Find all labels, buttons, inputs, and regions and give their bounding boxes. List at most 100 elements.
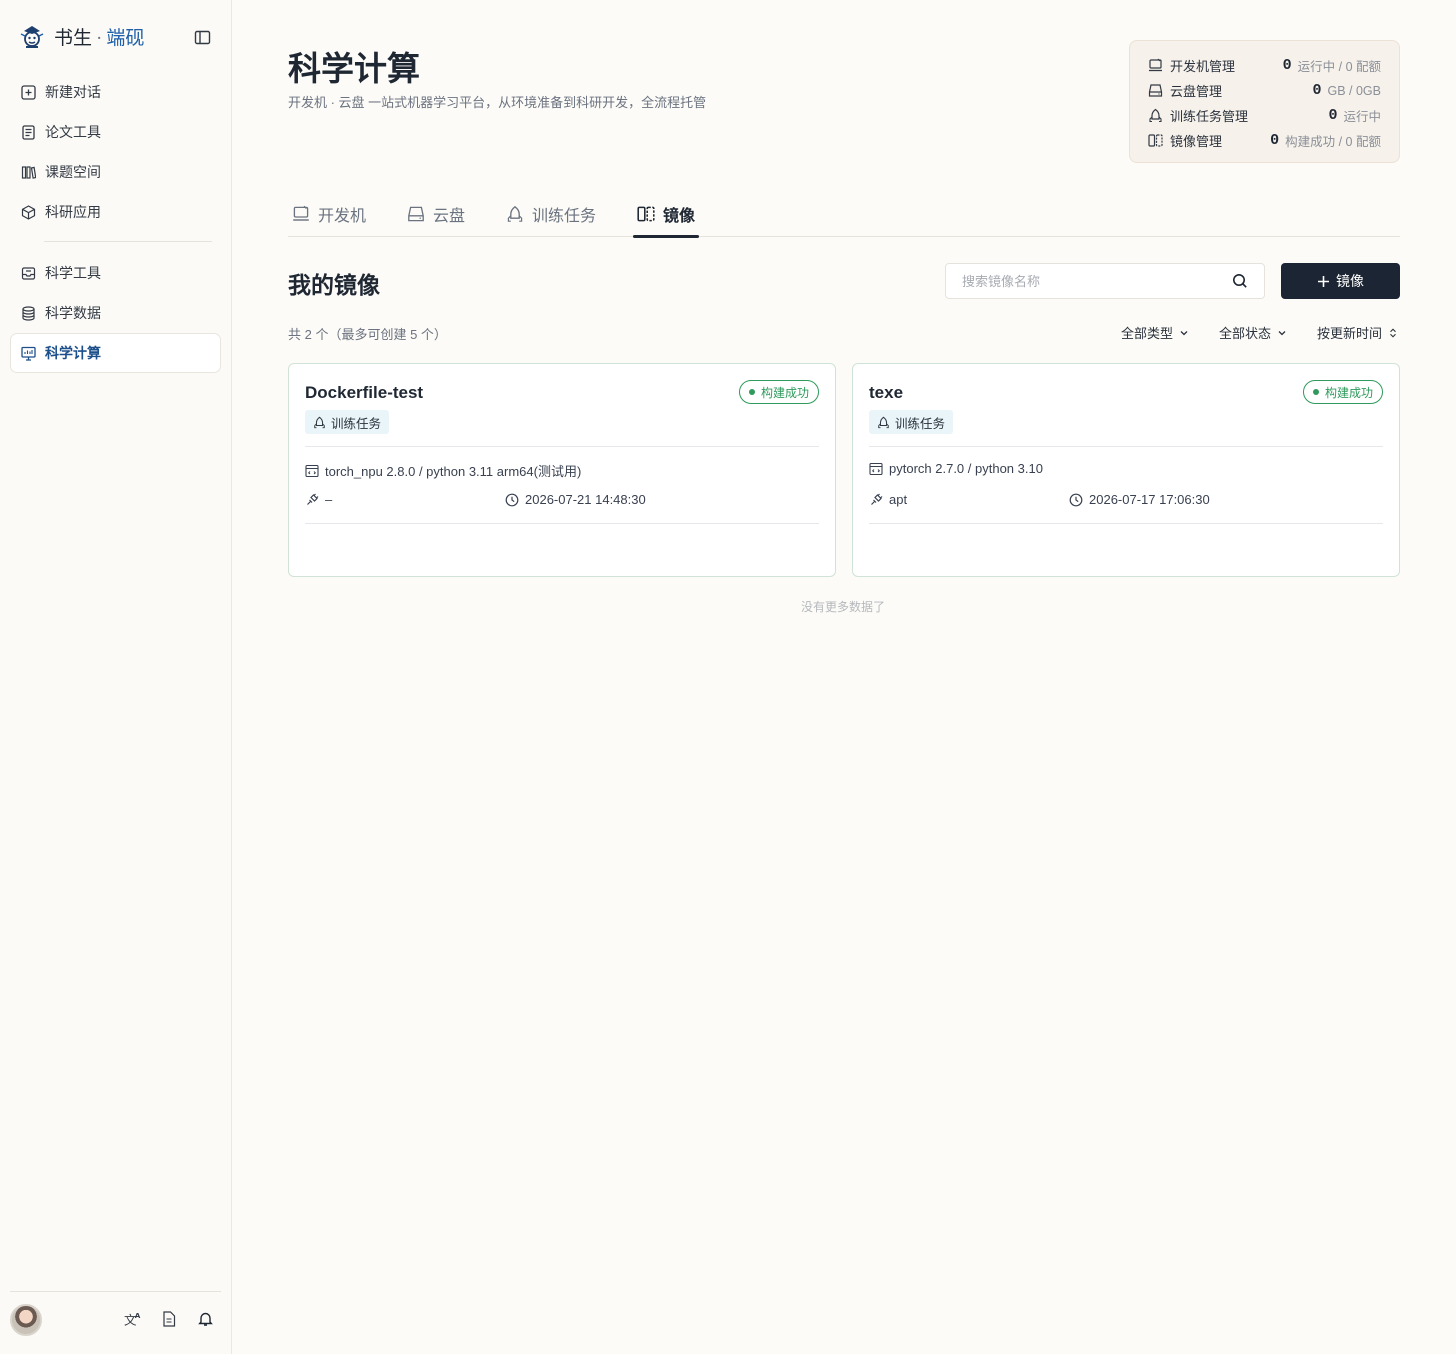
type-tag: 训练任务 [869, 410, 954, 434]
updated-time: 2026-07-17 17:06:30 [1069, 492, 1210, 507]
environment-text: pytorch 2.7.0 / python 3.10 [889, 461, 1043, 476]
image-card[interactable]: Dockerfile-test 构建成功 训练任务 torch_npu 2.8.… [288, 363, 836, 577]
sidebar-item-label: 科学数据 [45, 305, 101, 321]
no-more-data-text: 没有更多数据了 [801, 600, 886, 614]
filter-label: 全部类型 [1120, 326, 1173, 341]
environment-info: pytorch 2.7.0 / python 3.10 [869, 461, 1043, 476]
sidebar-item-label: 科学计算 [45, 345, 101, 361]
sidebar-nav-secondary: 科学工具 科学数据 科学计算 [10, 253, 221, 373]
type-filter[interactable]: 全部类型 [1121, 323, 1189, 342]
stat-label: 训练任务管理 [1170, 109, 1249, 124]
image-icon [637, 205, 655, 223]
image-name: texe [869, 383, 904, 402]
sidebar-item-label: 论文工具 [45, 124, 101, 140]
tab-disk[interactable]: 云盘 [407, 190, 465, 237]
status-filter[interactable]: 全部状态 [1219, 323, 1287, 342]
new-image-button[interactable]: 镜像 [1281, 263, 1400, 299]
stat-value: 0 [1328, 107, 1338, 124]
stat-training[interactable]: 训练任务管理 0 运行中 [1148, 103, 1381, 128]
search-input[interactable] [962, 273, 1232, 289]
toolbox-icon [21, 266, 36, 281]
language-icon[interactable]: 文A [124, 1310, 142, 1328]
tab-image[interactable]: 镜像 [632, 190, 700, 238]
sidebar-item-label: 课题空间 [45, 164, 101, 180]
stat-unit: 构建成功 / 0 配额 [1285, 135, 1381, 149]
new-image-button-label: 镜像 [1336, 273, 1364, 289]
stat-unit: GB / 0GB [1327, 83, 1382, 98]
training-icon [1148, 108, 1163, 123]
code-window-icon [305, 464, 319, 478]
code-window-icon [869, 462, 883, 476]
source-info: apt [869, 492, 907, 507]
clock-icon [1069, 493, 1083, 507]
plus-icon [1317, 275, 1330, 288]
sidebar-toggle-icon[interactable] [194, 30, 212, 46]
card-divider [305, 446, 819, 447]
status-badge: 构建成功 [1302, 380, 1383, 404]
plug-icon [869, 493, 883, 507]
stat-value: 0 [1270, 132, 1280, 149]
sort-filter[interactable]: 按更新时间 [1317, 323, 1398, 342]
cube-icon [21, 204, 36, 220]
bell-icon[interactable] [196, 1310, 214, 1328]
sidebar-item-label: 新建对话 [45, 84, 101, 100]
search-icon[interactable] [1232, 273, 1248, 289]
status-dot [1312, 389, 1319, 395]
image-card[interactable]: texe 构建成功 训练任务 pytorch 2.7.0 / python 3.… [852, 363, 1400, 577]
tab-bar: 开发机 云盘 训练任务 镜像 [288, 190, 1400, 238]
stat-label: 开发机管理 [1170, 59, 1236, 74]
search-box [945, 263, 1265, 299]
database-icon [21, 305, 36, 321]
tag-label: 训练任务 [895, 416, 946, 431]
sidebar-item-research-apps[interactable]: 科研应用 [10, 192, 221, 232]
sidebar-item-science-data[interactable]: 科学数据 [10, 293, 221, 333]
training-icon [506, 205, 524, 223]
source-info: – [305, 492, 332, 507]
sidebar-item-new-chat[interactable]: 新建对话 [10, 72, 221, 112]
plug-icon [305, 493, 319, 507]
card-divider [305, 523, 819, 524]
scholar-logo-icon [18, 22, 46, 50]
file-icon[interactable] [160, 1310, 178, 1328]
brand-name: 书生 · 端砚 [54, 27, 145, 49]
source-text: apt [889, 492, 908, 507]
training-icon [313, 416, 326, 429]
chevron-down-icon [1277, 328, 1287, 338]
books-icon [21, 165, 36, 180]
card-divider [869, 446, 1383, 447]
stat-value: 0 [1282, 57, 1292, 74]
sidebar-item-science-computing[interactable]: 科学计算 [10, 333, 221, 373]
image-name: Dockerfile-test [305, 383, 424, 402]
stat-unit: 运行中 [1343, 110, 1381, 124]
status-dot [748, 389, 755, 395]
sidebar-footer-divider [10, 1291, 221, 1292]
tab-label: 训练任务 [532, 207, 597, 225]
disk-icon [407, 205, 425, 223]
tag-label: 训练任务 [331, 416, 382, 431]
image-icon [1148, 133, 1163, 148]
tab-devmachine[interactable]: 开发机 [292, 190, 366, 237]
sidebar-item-topic-space[interactable]: 课题空间 [10, 152, 221, 192]
brand-logo[interactable]: 书生 · 端砚 [18, 22, 144, 50]
sidebar-item-paper-tools[interactable]: 论文工具 [10, 112, 221, 152]
sidebar-divider [44, 241, 212, 242]
status-text: 构建成功 [1324, 385, 1373, 400]
sort-icon [1388, 327, 1398, 338]
sidebar-item-science-tools[interactable]: 科学工具 [10, 253, 221, 293]
stat-devmachine[interactable]: 开发机管理 0 运行中 / 0 配额 [1148, 53, 1381, 78]
status-text: 构建成功 [760, 385, 809, 400]
stat-label: 云盘管理 [1170, 84, 1223, 99]
stat-disk[interactable]: 云盘管理 0 GB / 0GB [1148, 78, 1381, 103]
avatar[interactable] [10, 1304, 42, 1336]
image-count: 共 2 个（最多可创建 5 个） [288, 327, 447, 342]
tab-training[interactable]: 训练任务 [506, 190, 596, 237]
disk-icon [1148, 83, 1163, 98]
stat-image[interactable]: 镜像管理 0 构建成功 / 0 配额 [1148, 128, 1381, 153]
sidebar-item-label: 科研应用 [45, 204, 101, 220]
page-title: 科学计算 [288, 52, 420, 88]
type-tag: 训练任务 [305, 410, 390, 434]
time-text: 2026-07-21 14:48:30 [525, 492, 646, 507]
source-text: – [325, 492, 333, 507]
tab-label: 镜像 [663, 207, 696, 225]
devmachine-icon [1148, 58, 1163, 73]
